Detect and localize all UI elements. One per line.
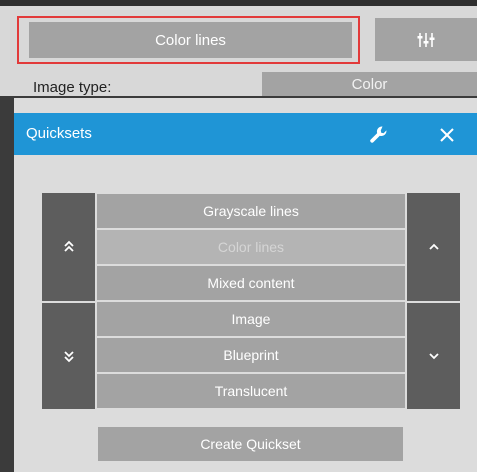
list-item-label: Grayscale lines [203, 203, 299, 219]
list-item-label: Translucent [214, 383, 288, 399]
move-up-button[interactable] [407, 193, 460, 301]
list-item-image[interactable]: Image [97, 302, 405, 336]
dialog-header: Quicksets [14, 113, 477, 155]
double-chevron-up-icon [63, 240, 74, 252]
list-item-label: Mixed content [207, 275, 295, 291]
chevron-up-icon [428, 243, 439, 250]
list-item-blueprint[interactable]: Blueprint [97, 338, 405, 372]
close-icon [440, 128, 454, 142]
chevron-down-icon [428, 353, 439, 360]
scroll-bottom-button[interactable] [42, 303, 95, 409]
list-item-mixed-content[interactable]: Mixed content [97, 266, 405, 300]
list-item-grayscale-lines[interactable]: Grayscale lines [97, 194, 405, 228]
create-quickset-label: Create Quickset [200, 436, 301, 452]
image-type-label: Image type: [33, 79, 112, 96]
list-item-color-lines[interactable]: Color lines [97, 230, 405, 264]
quickset-selector-label: Color lines [155, 31, 226, 49]
sliders-icon [417, 32, 435, 47]
quicksets-dialog: Quicksets Grayscale lines Color lines Mi… [14, 98, 477, 472]
dialog-title: Quicksets [26, 125, 92, 142]
quickset-selector-button[interactable]: Color lines [29, 22, 352, 58]
quickset-list: Grayscale lines Color lines Mixed conten… [97, 193, 405, 409]
wrench-icon [370, 126, 387, 143]
adjust-settings-button[interactable] [375, 18, 477, 61]
list-item-label: Blueprint [223, 347, 279, 363]
image-type-value: Color [351, 75, 388, 93]
move-down-button[interactable] [407, 303, 460, 409]
scroll-top-button[interactable] [42, 193, 95, 301]
quickset-selector-highlight[interactable]: Color lines [17, 16, 360, 64]
list-item-label: Image [231, 311, 271, 327]
image-type-dropdown[interactable]: Color [262, 72, 477, 96]
settings-panel: Color lines Image type: Color [0, 6, 477, 96]
create-quickset-button[interactable]: Create Quickset [98, 427, 403, 461]
close-button[interactable] [434, 122, 460, 148]
wrench-button[interactable] [366, 122, 392, 148]
double-chevron-down-icon [63, 351, 74, 363]
list-item-label: Color lines [217, 239, 285, 255]
list-item-translucent[interactable]: Translucent [97, 374, 405, 408]
